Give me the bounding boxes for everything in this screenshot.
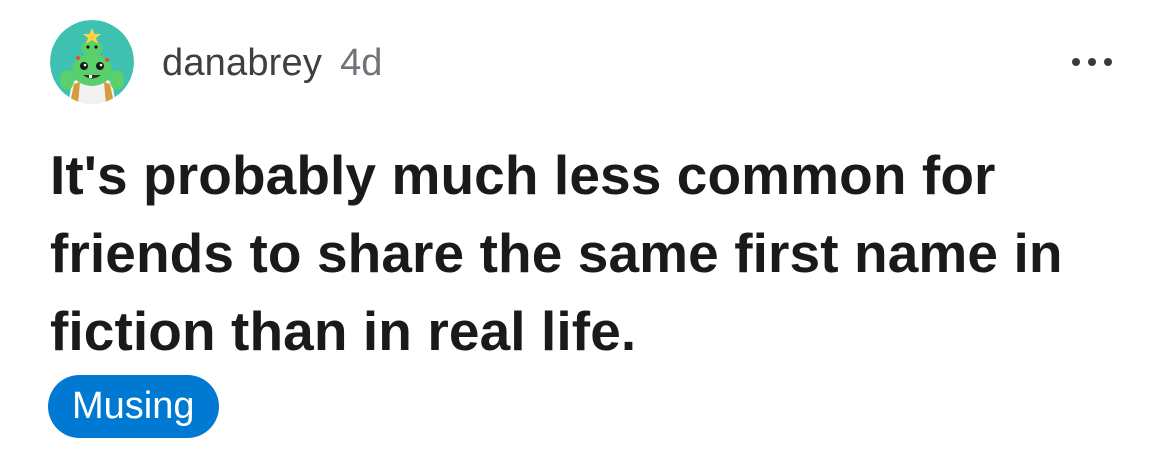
avatar[interactable] — [50, 20, 134, 104]
author-name[interactable]: danabrey — [162, 42, 322, 85]
post-header: danabrey 4d — [50, 14, 1120, 110]
more-options-icon[interactable] — [1072, 52, 1112, 72]
post-card[interactable]: danabrey 4d It's probably much less comm… — [0, 0, 1170, 467]
dot — [1088, 58, 1096, 66]
dot — [1104, 58, 1112, 66]
post-age: 4d — [340, 41, 383, 84]
dot — [1072, 58, 1080, 66]
post-flair[interactable]: Musing — [48, 375, 219, 438]
snoo-avatar-icon — [50, 20, 134, 104]
post-title[interactable]: It's probably much less common for frien… — [50, 136, 1130, 370]
